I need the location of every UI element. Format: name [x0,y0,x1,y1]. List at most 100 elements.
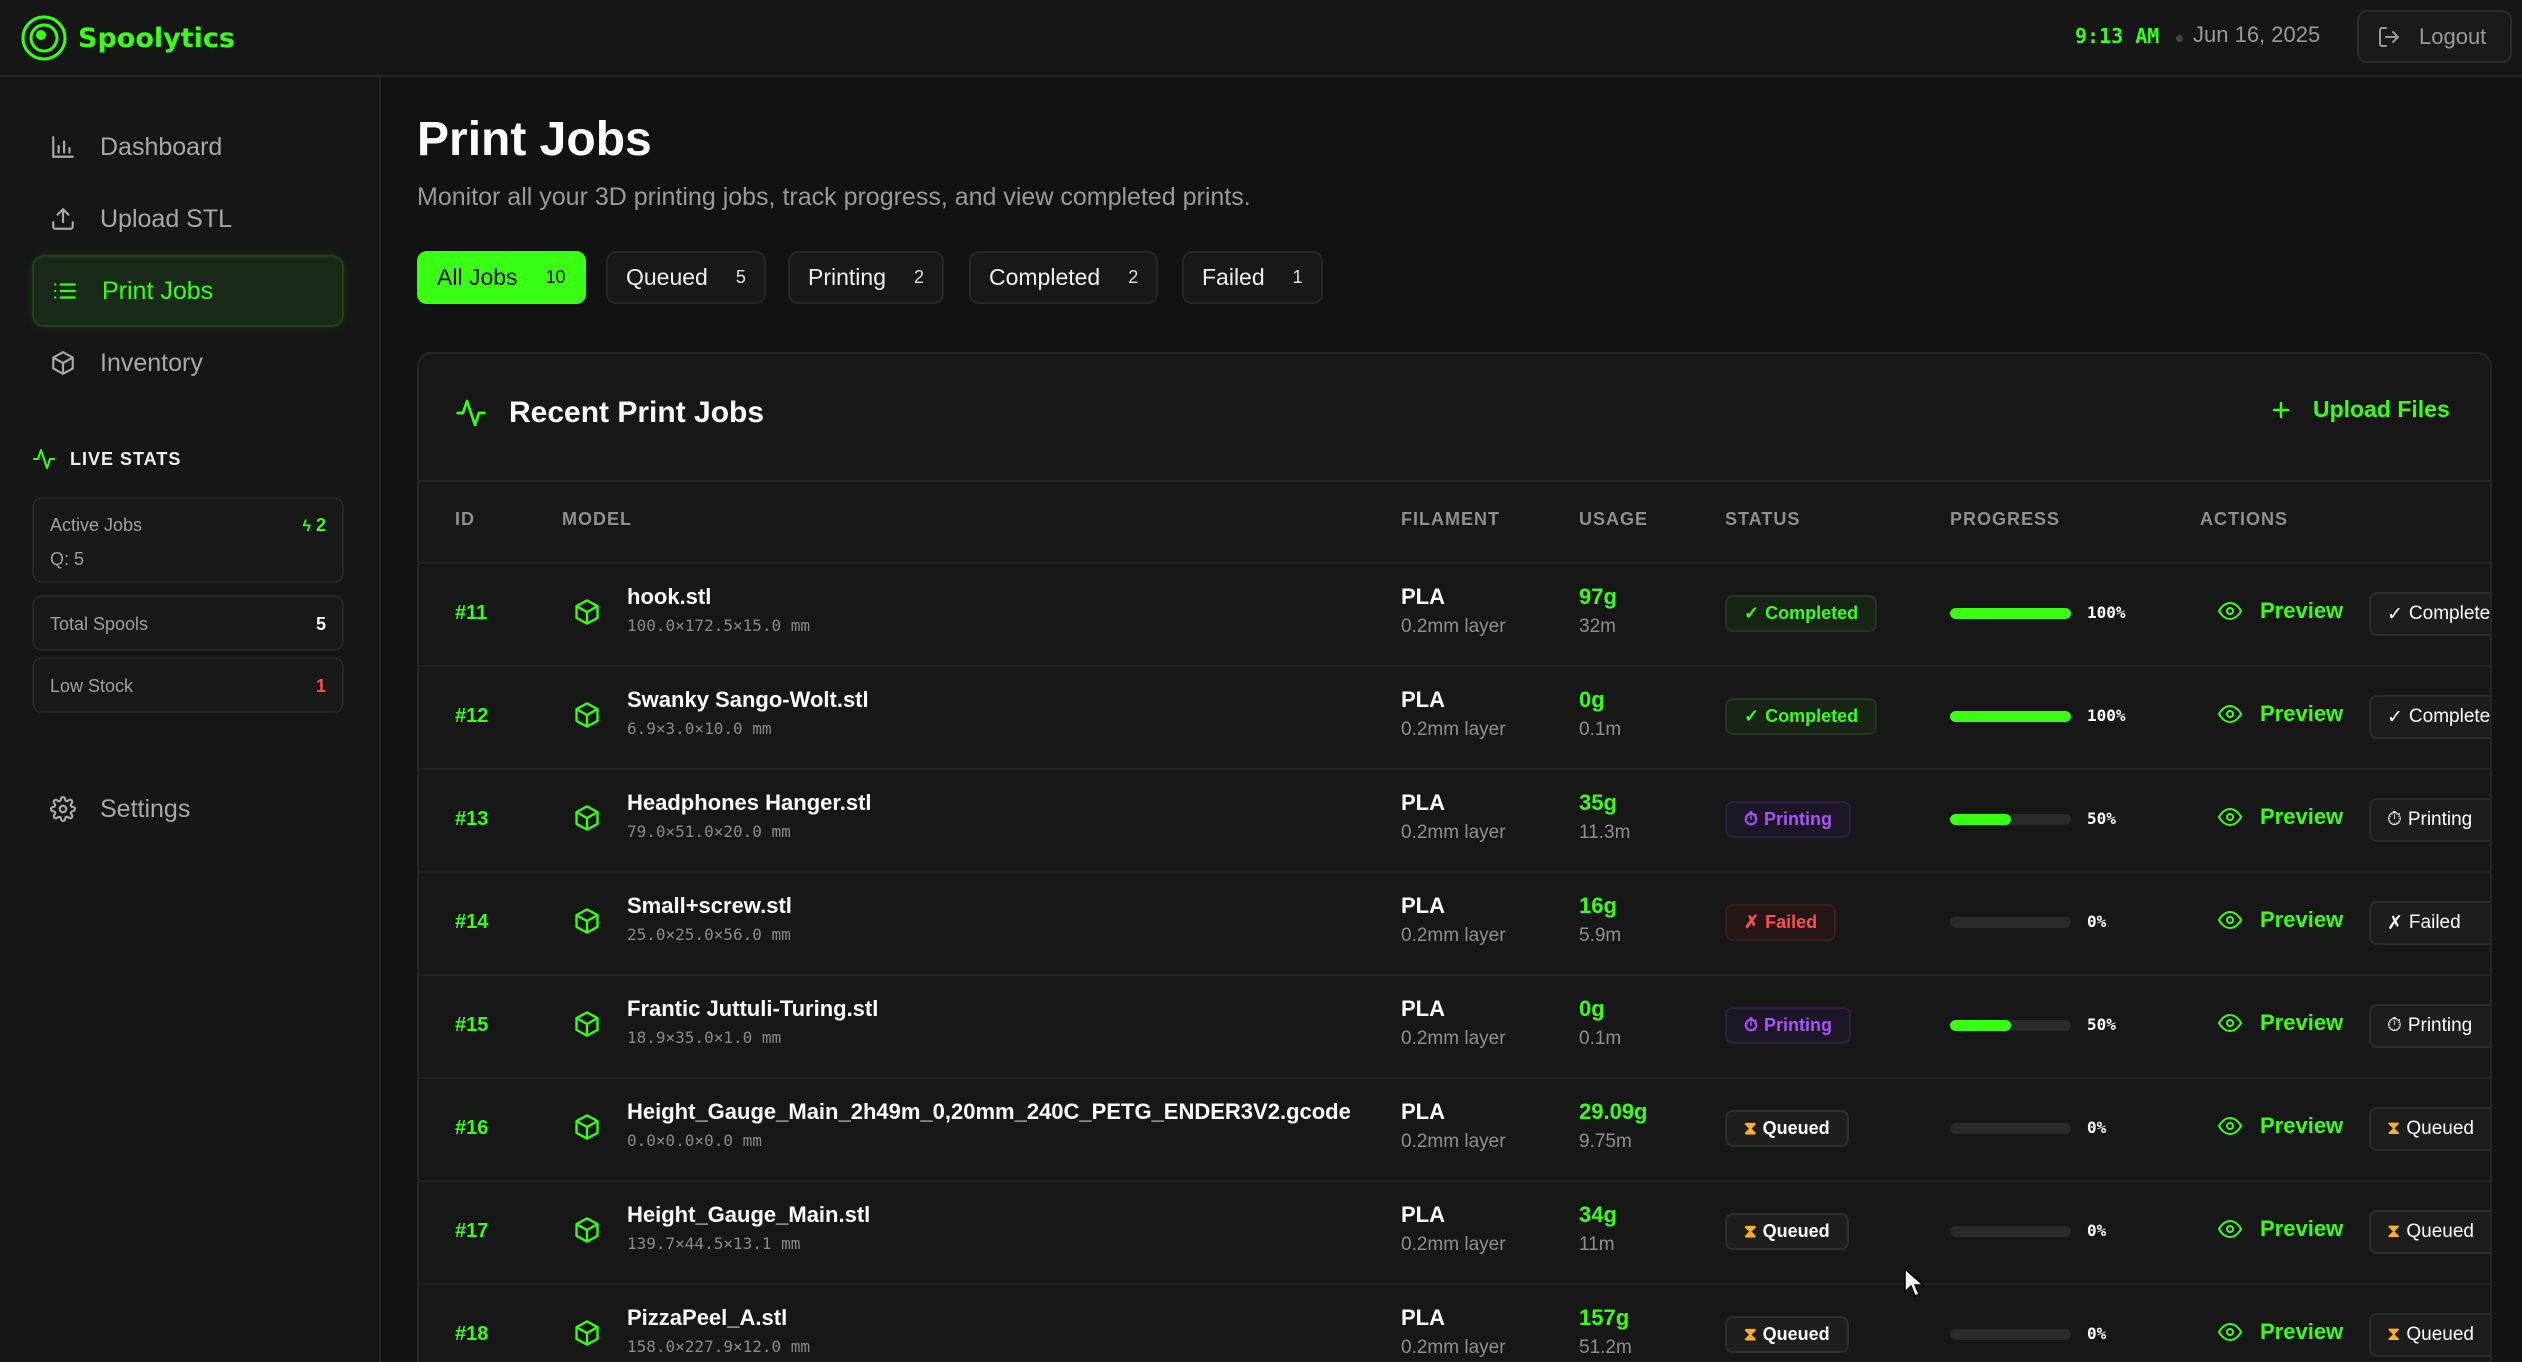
cube-icon [575,908,599,934]
tab-count: 5 [735,267,746,287]
logout-label: Logout [2419,23,2487,49]
status-badge: ⏱ Printing [1725,801,1852,838]
model-dimensions: 100.0×172.5×15.0 mm [627,616,811,635]
action-label: Printing [2407,1015,2473,1036]
preview-label: Preview [2260,1216,2344,1241]
plus-icon [2272,401,2290,418]
brand[interactable]: Spoolytics [20,13,235,63]
preview-button[interactable]: Preview [2218,701,2343,727]
recent-jobs-panel: Recent Print Jobs Upload Files ID MODEL … [417,352,2492,1362]
model-name: Swanky Sango-Wolt.stl [627,687,869,712]
action-icon: ⧗ [2387,1324,2401,1345]
status-icon: ⧗ [1744,1324,1757,1344]
tab-label: Failed [1202,264,1265,290]
usage-length: 5.9m [1579,925,1622,946]
status-action-button[interactable]: ⧗ Queued [2369,1313,2490,1357]
box-icon [52,351,74,375]
progress-fill [1950,608,2071,619]
eye-icon [2218,1014,2242,1032]
tab-count: 2 [1128,267,1139,287]
action-icon: ⏱ [2387,809,2402,830]
sidebar-label-settings: Settings [100,794,191,823]
progress-bar [1950,1329,2071,1340]
column-header-filament: FILAMENT [1401,509,1500,529]
active-jobs-count: 2 [315,515,326,535]
preview-button[interactable]: Preview [2218,1216,2343,1242]
tab-completed[interactable]: Completed 2 [969,251,1159,304]
filament-type: PLA [1401,996,1445,1021]
preview-button[interactable]: Preview [2218,1010,2343,1036]
spool-logo-icon [21,15,67,61]
total-spools-value: 5 [315,614,326,634]
sidebar-item-settings[interactable]: Settings [32,773,344,845]
sidebar-item-print-jobs[interactable]: Print Jobs [32,255,344,327]
action-label: Printing [2407,809,2473,830]
status-action-button[interactable]: ⧗ Queued [2369,1107,2490,1151]
filament-type: PLA [1401,790,1445,815]
preview-label: Preview [2260,1113,2344,1138]
table-row[interactable]: #12 Swanky Sango-Wolt.stl 6.9×3.0×10.0 mm P… [419,665,2490,768]
table-row[interactable]: #14 Small+screw.stl 25.0×25.0×56.0 mm PLA 0.… [419,871,2490,974]
job-id: #18 [455,1323,489,1345]
layer-height: 0.2mm layer [1401,1131,1506,1152]
table-row[interactable]: #17 Height_Gauge_Main.stl 139.7×44.5×13.1 … [419,1180,2490,1283]
tab-queued[interactable]: Queued 5 [606,251,766,304]
tab-printing[interactable]: Printing 2 [788,251,944,304]
upload-files-button[interactable]: Upload Files [2269,396,2450,423]
tab-label: All Jobs [437,264,518,290]
model-name: PizzaPeel_A.stl [627,1305,788,1330]
status-action-button[interactable]: ⏱ Printing [2369,1004,2490,1048]
total-spools-label: Total Spools [50,614,149,634]
status-action-button[interactable]: ✓ Completed [2369,695,2492,739]
action-icon: ⏱ [2387,1015,2402,1036]
tab-all-jobs[interactable]: All Jobs 10 [417,251,586,304]
layer-height: 0.2mm layer [1401,1234,1506,1255]
sidebar-item-inventory[interactable]: Inventory [32,327,344,399]
tab-failed[interactable]: Failed 1 [1182,251,1323,304]
table-row[interactable]: #15 Frantic Juttuli-Turing.stl 18.9×35.0×1… [419,974,2490,1077]
usage-grams: 0g [1579,996,1605,1021]
preview-button[interactable]: Preview [2218,1113,2343,1139]
column-header-model: MODEL [562,509,632,529]
preview-button[interactable]: Preview [2218,598,2343,624]
action-icon: ✓ [2387,603,2403,625]
status-badge: ⧗ Queued [1725,1213,1849,1250]
status-action-button[interactable]: ✗ Failed [2369,901,2490,945]
table-row[interactable]: #11 hook.stl 100.0×172.5×15.0 mm PLA 0.2mm l… [419,562,2490,665]
preview-button[interactable]: Preview [2218,1319,2343,1345]
filament-type: PLA [1401,1305,1445,1330]
filament-type: PLA [1401,584,1445,609]
status-label: Failed [1765,912,1818,932]
tab-count: 1 [1292,267,1303,287]
usage-grams: 0g [1579,687,1605,712]
status-action-button[interactable]: ⏱ Printing [2369,798,2490,842]
preview-label: Preview [2260,1319,2344,1344]
status-action-button[interactable]: ✓ Completed [2369,592,2490,636]
preview-button[interactable]: Preview [2218,804,2343,830]
status-icon: ⧗ [1744,1118,1757,1138]
preview-button[interactable]: Preview [2218,907,2343,933]
sidebar-item-dashboard[interactable]: Dashboard [32,111,344,183]
tab-count: 10 [545,267,566,287]
logout-button[interactable]: Logout [2357,10,2512,63]
table-row[interactable]: #13 Headphones Hanger.stl 79.0×51.0×20.0 m… [419,768,2490,871]
progress-bar [1950,1020,2071,1031]
preview-label: Preview [2260,701,2344,726]
action-label: Completed [2408,706,2492,727]
bar-chart-icon [52,136,74,158]
table-row[interactable]: #16 Height_Gauge_Main_2h49m_0,20mm_240C_P… [419,1077,2490,1180]
status-action-button[interactable]: ⧗ Queued [2369,1210,2490,1254]
model-dimensions: 6.9×3.0×10.0 mm [627,719,772,738]
clock-time: 9:13 AM [2075,24,2160,48]
column-header-id: ID [455,509,475,529]
table-row[interactable]: #18 PizzaPeel_A.stl 158.0×227.9×12.0 mm PLA… [419,1283,2490,1362]
status-icon: ⏱ [1744,1015,1759,1035]
eye-icon [2218,602,2242,620]
action-label: Queued [2406,1324,2474,1345]
eye-icon [2218,1220,2242,1238]
sidebar-item-upload-stl[interactable]: Upload STL [32,183,344,255]
progress-bar [1950,1123,2071,1134]
logout-icon [2379,26,2399,47]
eye-icon [2218,705,2242,723]
header-date: Jun 16, 2025 [2193,22,2321,47]
